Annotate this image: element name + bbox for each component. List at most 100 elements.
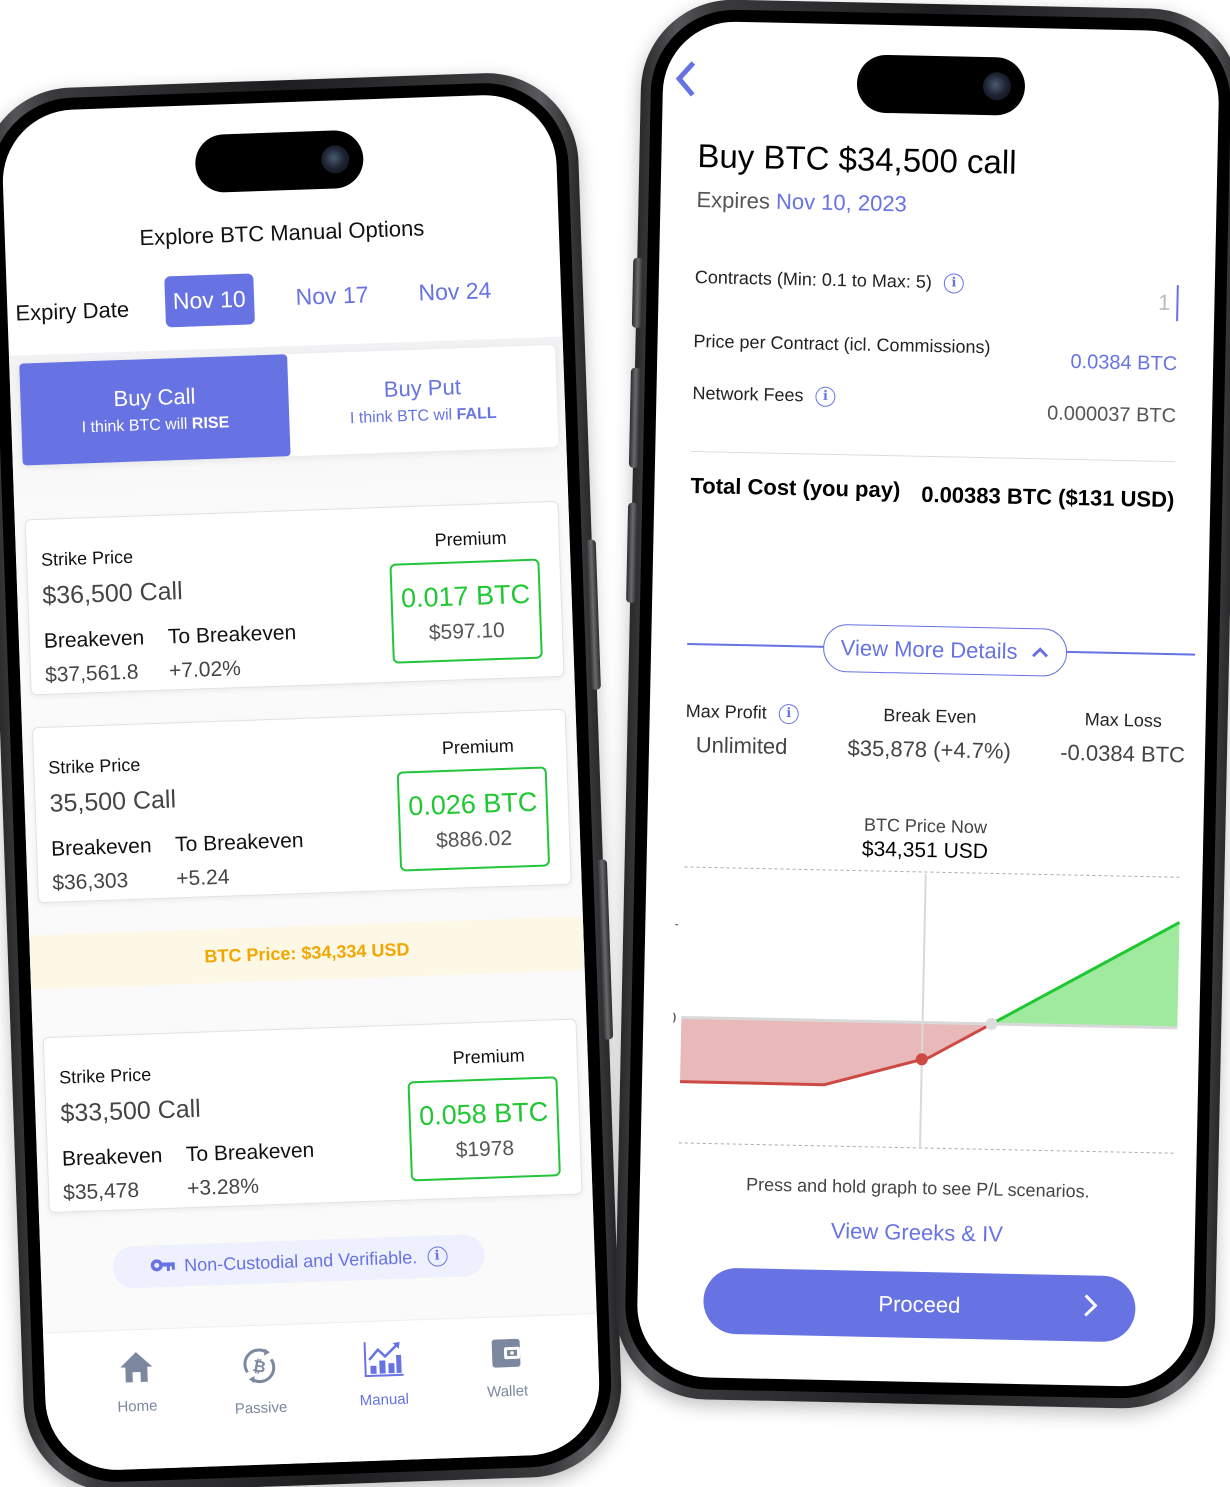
- break-even-value: $35,878 (+4.7%): [847, 735, 1012, 764]
- buy-call-title: Buy Call: [113, 383, 196, 412]
- contracts-input[interactable]: 1: [1157, 284, 1179, 322]
- view-more-details-label: View More Details: [840, 635, 1018, 664]
- side-button: [631, 257, 644, 328]
- breakeven-label: Breakeven: [50, 834, 152, 861]
- tab-manual[interactable]: Manual: [337, 1340, 431, 1462]
- bitcoin-cycle-icon: ₿: [243, 1348, 276, 1384]
- buy-put-button[interactable]: Buy Put I think BTC wil FALL: [287, 345, 558, 456]
- option-card[interactable]: Strike Price $36,500 Call Breakeven To B…: [24, 500, 565, 696]
- subtitle-text: I think BTC will: [81, 415, 193, 437]
- premium-btc: 0.058 BTC: [418, 1096, 549, 1132]
- to-breakeven-value: +3.28%: [186, 1174, 260, 1201]
- breakeven-value: $36,303: [51, 869, 129, 895]
- network-fees-value: 0.000037 BTC: [1046, 402, 1177, 428]
- tab-label: Passive: [234, 1398, 288, 1418]
- info-icon[interactable]: i: [815, 386, 836, 407]
- expires-date: Nov 10, 2023: [775, 188, 908, 217]
- chevron-left-icon: [675, 61, 696, 97]
- strike-price-label: Strike Price: [58, 1064, 152, 1088]
- tab-label: Home: [117, 1397, 158, 1416]
- options-explorer-screen: Explore BTC Manual Options Expiry Date N…: [0, 92, 602, 1473]
- expiry-nov-24[interactable]: Nov 24: [410, 265, 501, 319]
- expiry-date-row: Expiry Date Nov 10 Nov 17 Nov 24: [14, 263, 541, 332]
- expiry-nov-17[interactable]: Nov 17: [287, 269, 378, 323]
- breakeven-label: Breakeven: [43, 626, 145, 653]
- premium-btc: 0.026 BTC: [407, 786, 538, 822]
- to-breakeven-label: To Breakeven: [167, 621, 297, 649]
- buy-call-button[interactable]: Buy Call I think BTC will RISE: [19, 354, 291, 466]
- premium-box[interactable]: 0.017 BTC $597.10: [389, 558, 543, 664]
- dynamic-island: [856, 54, 1026, 116]
- info-icon[interactable]: i: [426, 1246, 448, 1267]
- page-title: Buy BTC $34,500 call: [697, 137, 1017, 181]
- camera: [982, 72, 1012, 101]
- phone-right: Buy BTC $34,500 call Expires Nov 10, 202…: [613, 0, 1230, 1411]
- chevron-right-icon: [1081, 1292, 1100, 1325]
- expiry-nov-10[interactable]: Nov 10: [163, 273, 255, 328]
- phone-left: Explore BTC Manual Options Expiry Date N…: [0, 69, 625, 1487]
- break-even-label: Break Even: [883, 705, 977, 728]
- chart-up-icon: [363, 1341, 404, 1378]
- side-button: [628, 367, 641, 468]
- option-card[interactable]: Strike Price 35,500 Call Breakeven To Br…: [31, 708, 572, 904]
- total-cost-row: Total Cost (you pay) 0.00383 BTC ($131 U…: [690, 473, 1175, 513]
- premium-label: Premium: [434, 527, 507, 551]
- max-profit-stat: Max Profit i Unlimited: [685, 700, 800, 760]
- buy-put-subtitle: I think BTC wil FALL: [350, 405, 497, 428]
- breakeven-value: $37,561.8: [44, 660, 139, 687]
- payoff-stats: Max Profit i Unlimited Break Even $35,878…: [685, 701, 1186, 768]
- network-fees-label-text: Network Fees: [692, 383, 804, 406]
- premium-btc: 0.017 BTC: [400, 578, 531, 614]
- premium-box[interactable]: 0.058 BTC $1978: [407, 1076, 561, 1182]
- chart-bottom-border: [678, 1142, 1175, 1154]
- dynamic-island: [194, 129, 365, 194]
- side-button: [626, 502, 639, 603]
- payoff-chart[interactable]: + 0 -: [671, 863, 1189, 1164]
- strike-price-label: Strike Price: [47, 754, 141, 778]
- subtitle-emphasis: RISE: [191, 414, 230, 433]
- proceed-button[interactable]: Proceed: [702, 1267, 1137, 1343]
- tab-wallet[interactable]: Wallet: [461, 1336, 555, 1458]
- key-icon: [150, 1255, 177, 1277]
- info-icon[interactable]: i: [943, 272, 965, 294]
- strike-price-label: Strike Price: [40, 546, 134, 570]
- contracts-row: Contracts (Min: 0.1 to Max: 5) i 1: [694, 267, 1179, 322]
- side-button: [596, 859, 614, 1040]
- to-breakeven-value: +5.24: [175, 865, 230, 891]
- tab-label: Manual: [359, 1390, 410, 1410]
- option-card[interactable]: Strike Price $33,500 Call Breakeven To B…: [42, 1018, 583, 1214]
- max-profit-label-text: Max Profit: [685, 700, 768, 723]
- premium-box[interactable]: 0.026 BTC $886.02: [396, 766, 551, 872]
- total-cost-value: 0.00383 BTC ($131 USD): [921, 481, 1175, 513]
- back-button[interactable]: [671, 58, 708, 103]
- home-icon: [120, 1352, 153, 1383]
- tab-home[interactable]: Home: [90, 1349, 184, 1471]
- bottom-tab-bar: Home ₿ Passive Manual Wallet: [43, 1313, 602, 1473]
- max-loss-stat: Max Loss -0.0384 BTC: [1060, 709, 1186, 769]
- price-per-contract-label: Price per Contract (icl. Commissions): [693, 331, 991, 358]
- info-icon[interactable]: i: [778, 703, 800, 724]
- call-put-toggle: Buy Call I think BTC will RISE Buy Put I…: [19, 344, 559, 466]
- break-even-stat: Break Even $35,878 (+4.7%): [847, 704, 1011, 764]
- premium-usd: $1978: [455, 1136, 515, 1162]
- current-price-line: [918, 873, 927, 1148]
- options-list: Strike Price $36,500 Call Breakeven To B…: [14, 486, 597, 1333]
- breakeven-label: Breakeven: [61, 1144, 163, 1171]
- premium-label: Premium: [452, 1045, 526, 1068]
- subtitle-emphasis: FALL: [456, 404, 497, 424]
- tab-passive[interactable]: ₿ Passive: [214, 1344, 308, 1466]
- view-more-details-button[interactable]: View More Details: [822, 623, 1068, 677]
- expiry-line: Expires Nov 10, 2023: [696, 187, 907, 217]
- strike-price-value: $36,500 Call: [41, 577, 184, 610]
- y-tick-label: -: [671, 1083, 672, 1100]
- total-cost-label: Total Cost (you pay): [690, 472, 901, 503]
- expiry-date-label: Expiry Date: [14, 296, 130, 326]
- max-profit-value: Unlimited: [695, 732, 788, 760]
- view-greeks-link[interactable]: View Greeks & IV: [639, 1214, 1195, 1252]
- side-button: [585, 539, 601, 690]
- page-title: Explore BTC Manual Options: [139, 215, 425, 251]
- expires-label: Expires: [696, 187, 771, 214]
- svg-text:₿: ₿: [251, 1356, 267, 1377]
- premium-usd: $886.02: [435, 826, 513, 853]
- to-breakeven-label: To Breakeven: [185, 1138, 315, 1167]
